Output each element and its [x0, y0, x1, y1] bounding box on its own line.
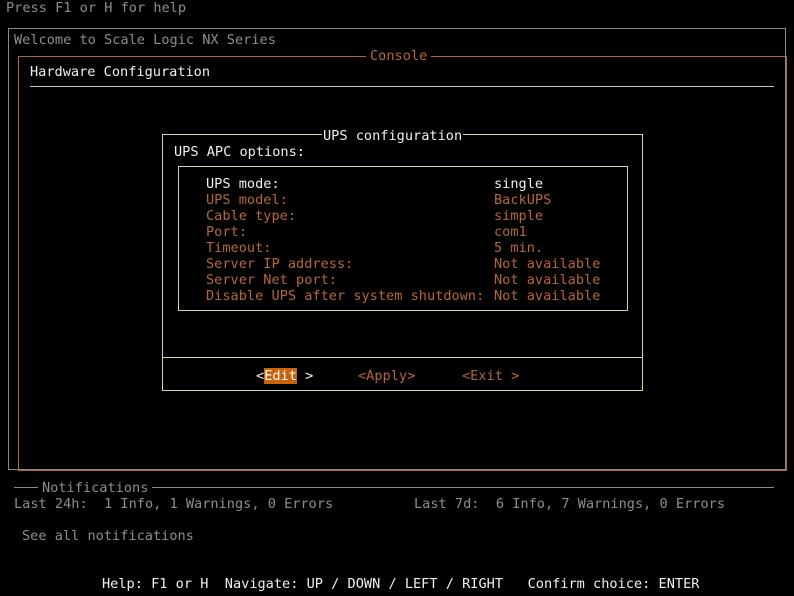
- apply-button[interactable]: <Apply>: [358, 368, 415, 384]
- dialog-title: UPS configuration: [322, 128, 464, 144]
- notifications-last-7d: Last 7d: 6 Info, 7 Warnings, 0 Errors: [414, 496, 725, 512]
- see-all-notifications-link[interactable]: See all notifications: [22, 528, 194, 544]
- option-label: Port:: [206, 224, 247, 240]
- edit-bracket-spacer: [297, 368, 305, 384]
- option-label: Cable type:: [206, 208, 297, 224]
- edit-bracket-left: <: [256, 368, 265, 384]
- option-label: UPS mode:: [206, 176, 280, 192]
- option-value: 5 min.: [494, 240, 544, 256]
- option-label: Server IP address:: [206, 256, 354, 272]
- option-value: com1: [494, 224, 527, 240]
- option-value: simple: [494, 208, 544, 224]
- dialog-subtitle: UPS APC options:: [174, 144, 305, 160]
- edit-bracket-right: >: [305, 368, 314, 384]
- help-hint: Press F1 or H for help: [6, 0, 187, 16]
- option-label: UPS model:: [206, 192, 288, 208]
- button-bar-divider: [163, 357, 642, 358]
- option-label: Server Net port:: [206, 272, 337, 288]
- option-value: single: [494, 176, 544, 192]
- help-bar: Help: F1 or H Navigate: UP / DOWN / LEFT…: [102, 576, 700, 592]
- notifications-label: Notifications: [38, 480, 153, 496]
- page-title: Hardware Configuration: [30, 64, 211, 80]
- option-label: Timeout:: [206, 240, 272, 256]
- option-value: Not available: [494, 272, 601, 288]
- title-divider: [30, 86, 774, 87]
- option-value: Not available: [494, 288, 601, 304]
- console-label: Console: [366, 48, 432, 64]
- option-label: Disable UPS after system shutdown:: [206, 288, 485, 304]
- welcome-text: Welcome to Scale Logic NX Series: [14, 32, 276, 48]
- notifications-last-24h: Last 24h: 1 Info, 1 Warnings, 0 Errors: [14, 496, 334, 512]
- option-value: Not available: [494, 256, 601, 272]
- option-value: BackUPS: [494, 192, 552, 208]
- edit-label: Edit: [264, 368, 297, 384]
- edit-button[interactable]: <Edit >: [256, 368, 313, 384]
- exit-button[interactable]: <Exit >: [462, 368, 519, 384]
